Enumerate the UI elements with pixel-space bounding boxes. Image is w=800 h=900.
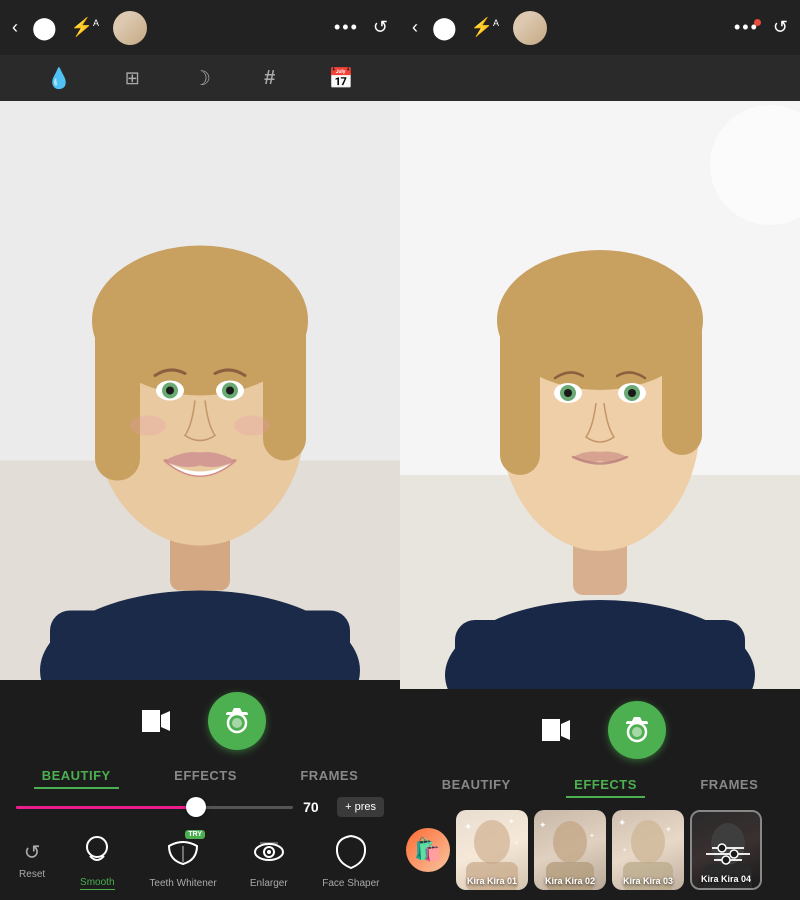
left-photo	[0, 101, 400, 680]
slider-thumb-left[interactable]	[186, 797, 206, 817]
face-shaper-label: Face Shaper	[322, 878, 379, 889]
left-tools-row: ↺ Reset Smooth TRY Teeth Whitener	[0, 823, 400, 900]
kira3-label: Kira Kira 03	[623, 876, 673, 886]
left-top-bar-right: ••• ↺	[334, 17, 388, 38]
right-bottom-controls: BEAUTIFY EFFECTS FRAMES 🛍️ ✦ ✦ ✦ K	[400, 689, 800, 900]
right-top-bar-left: ‹ ⬤ ⚡A	[412, 11, 547, 45]
tab-effects-right[interactable]: EFFECTS	[566, 773, 645, 798]
enlarger-label: Enlarger	[250, 878, 288, 889]
teeth-label: Teeth Whitener	[149, 878, 216, 889]
kira4-label: Kira Kira 04	[701, 874, 751, 884]
smooth-label: Smooth	[80, 877, 114, 890]
svg-text:✦: ✦	[589, 832, 595, 840]
reset-icon: ↺	[24, 840, 41, 865]
left-slider-row: 70 + pres	[0, 793, 400, 823]
capture-button-right[interactable]	[608, 701, 666, 759]
tab-effects-left[interactable]: EFFECTS	[166, 764, 245, 789]
face-shaper-tool[interactable]: Face Shaper	[321, 830, 381, 889]
flash-icon-right[interactable]: ⚡A	[471, 17, 499, 38]
effect-kira1[interactable]: ✦ ✦ ✦ Kira Kira 01	[456, 810, 528, 890]
left-top-bar: ‹ ⬤ ⚡A ••• ↺	[0, 0, 400, 55]
right-camera-view	[400, 101, 800, 689]
effect-kira3[interactable]: ✦ ✦ ✦ Kira Kira 03	[612, 810, 684, 890]
notification-dot	[754, 19, 761, 26]
kira1-label: Kira Kira 01	[467, 876, 517, 886]
tab-frames-left[interactable]: FRAMES	[292, 764, 366, 789]
left-camera-view	[0, 101, 400, 680]
left-tabs-row: BEAUTIFY EFFECTS FRAMES	[0, 758, 400, 793]
left-top-bar-left: ‹ ⬤ ⚡A	[12, 11, 147, 45]
svg-text:✦: ✦	[514, 840, 519, 847]
kira3-bg: ✦ ✦ ✦ Kira Kira 03	[612, 810, 684, 890]
teeth-whitener-tool[interactable]: TRY Teeth Whitener	[149, 830, 216, 889]
svg-text:✦: ✦	[464, 822, 472, 833]
back-icon-right[interactable]: ‹	[412, 17, 418, 38]
slider-value-left: 70	[303, 799, 327, 815]
right-second-bar	[400, 55, 800, 101]
avatar-left[interactable]	[113, 11, 147, 45]
enlarger-tool[interactable]: Enlarger	[239, 830, 299, 889]
left-second-bar: 💧 ⊞ ☽ # 📅	[0, 55, 400, 101]
hash-icon[interactable]: #	[264, 67, 275, 90]
effect-kira4[interactable]: Kira Kira 04	[690, 810, 762, 890]
shop-icon[interactable]: 🛍️	[406, 828, 450, 872]
left-panel: ‹ ⬤ ⚡A ••• ↺ 💧 ⊞ ☽ # 📅	[0, 0, 400, 900]
kira2-bg: ✦ ✦ Kira Kira 02	[534, 810, 606, 890]
reset-button[interactable]: ↺ Reset	[19, 840, 45, 880]
avatar-right[interactable]	[513, 11, 547, 45]
right-capture-row	[400, 689, 800, 767]
left-capture-row	[0, 680, 400, 758]
face-shaper-icon	[329, 830, 373, 874]
moon-icon[interactable]: ☽	[193, 66, 211, 91]
smooth-tool[interactable]: Smooth	[67, 829, 127, 890]
svg-text:✦: ✦	[508, 817, 515, 826]
slider-fill-left	[16, 806, 196, 809]
smooth-icon	[75, 829, 119, 873]
calendar-icon[interactable]: 📅	[328, 66, 353, 91]
expand-icon[interactable]: ⊞	[125, 68, 140, 89]
flash-icon-left[interactable]: ⚡A	[71, 17, 99, 38]
right-tabs-row: BEAUTIFY EFFECTS FRAMES	[400, 767, 800, 802]
reset-label: Reset	[19, 869, 45, 880]
enlarger-icon	[247, 830, 291, 874]
try-badge: TRY	[185, 830, 205, 839]
slider-track-left[interactable]	[16, 806, 293, 809]
preset-button-left[interactable]: + pres	[337, 797, 384, 817]
teeth-icon: TRY	[161, 830, 205, 874]
more-icon-left[interactable]: •••	[334, 17, 359, 38]
capture-button-left[interactable]	[208, 692, 266, 750]
left-bottom-controls: BEAUTIFY EFFECTS FRAMES 70 + pres ↺ Rese…	[0, 680, 400, 900]
kira1-bg: ✦ ✦ ✦ Kira Kira 01	[456, 810, 528, 890]
tab-frames-right[interactable]: FRAMES	[692, 773, 766, 798]
kira2-label: Kira Kira 02	[545, 876, 595, 886]
right-panel: ‹ ⬤ ⚡A ••• ↺	[400, 0, 800, 900]
capture-mode-icon-left[interactable]: ⬤	[32, 15, 57, 41]
right-top-bar: ‹ ⬤ ⚡A ••• ↺	[400, 0, 800, 55]
right-top-bar-right: ••• ↺	[734, 17, 788, 38]
undo-icon-right[interactable]: ↺	[773, 17, 788, 38]
undo-icon-left[interactable]: ↺	[373, 17, 388, 38]
effects-row: 🛍️ ✦ ✦ ✦ Kira Kira 01	[400, 802, 800, 900]
water-icon[interactable]: 💧	[47, 66, 72, 91]
more-icon-right[interactable]: •••	[734, 17, 759, 38]
effect-kira2[interactable]: ✦ ✦ Kira Kira 02	[534, 810, 606, 890]
tab-beautify-right[interactable]: BEAUTIFY	[434, 773, 519, 798]
svg-text:✦: ✦	[665, 825, 672, 834]
tab-beautify-left[interactable]: BEAUTIFY	[34, 764, 119, 789]
video-button-left[interactable]	[134, 699, 178, 743]
svg-text:✦: ✦	[539, 820, 547, 830]
right-photo	[400, 101, 800, 689]
video-button-right[interactable]	[534, 708, 578, 752]
back-icon-left[interactable]: ‹	[12, 17, 18, 38]
capture-mode-icon-right[interactable]: ⬤	[432, 15, 457, 41]
kira4-bg: Kira Kira 04	[692, 812, 760, 888]
svg-text:✦: ✦	[622, 847, 627, 854]
svg-text:✦: ✦	[618, 818, 626, 829]
